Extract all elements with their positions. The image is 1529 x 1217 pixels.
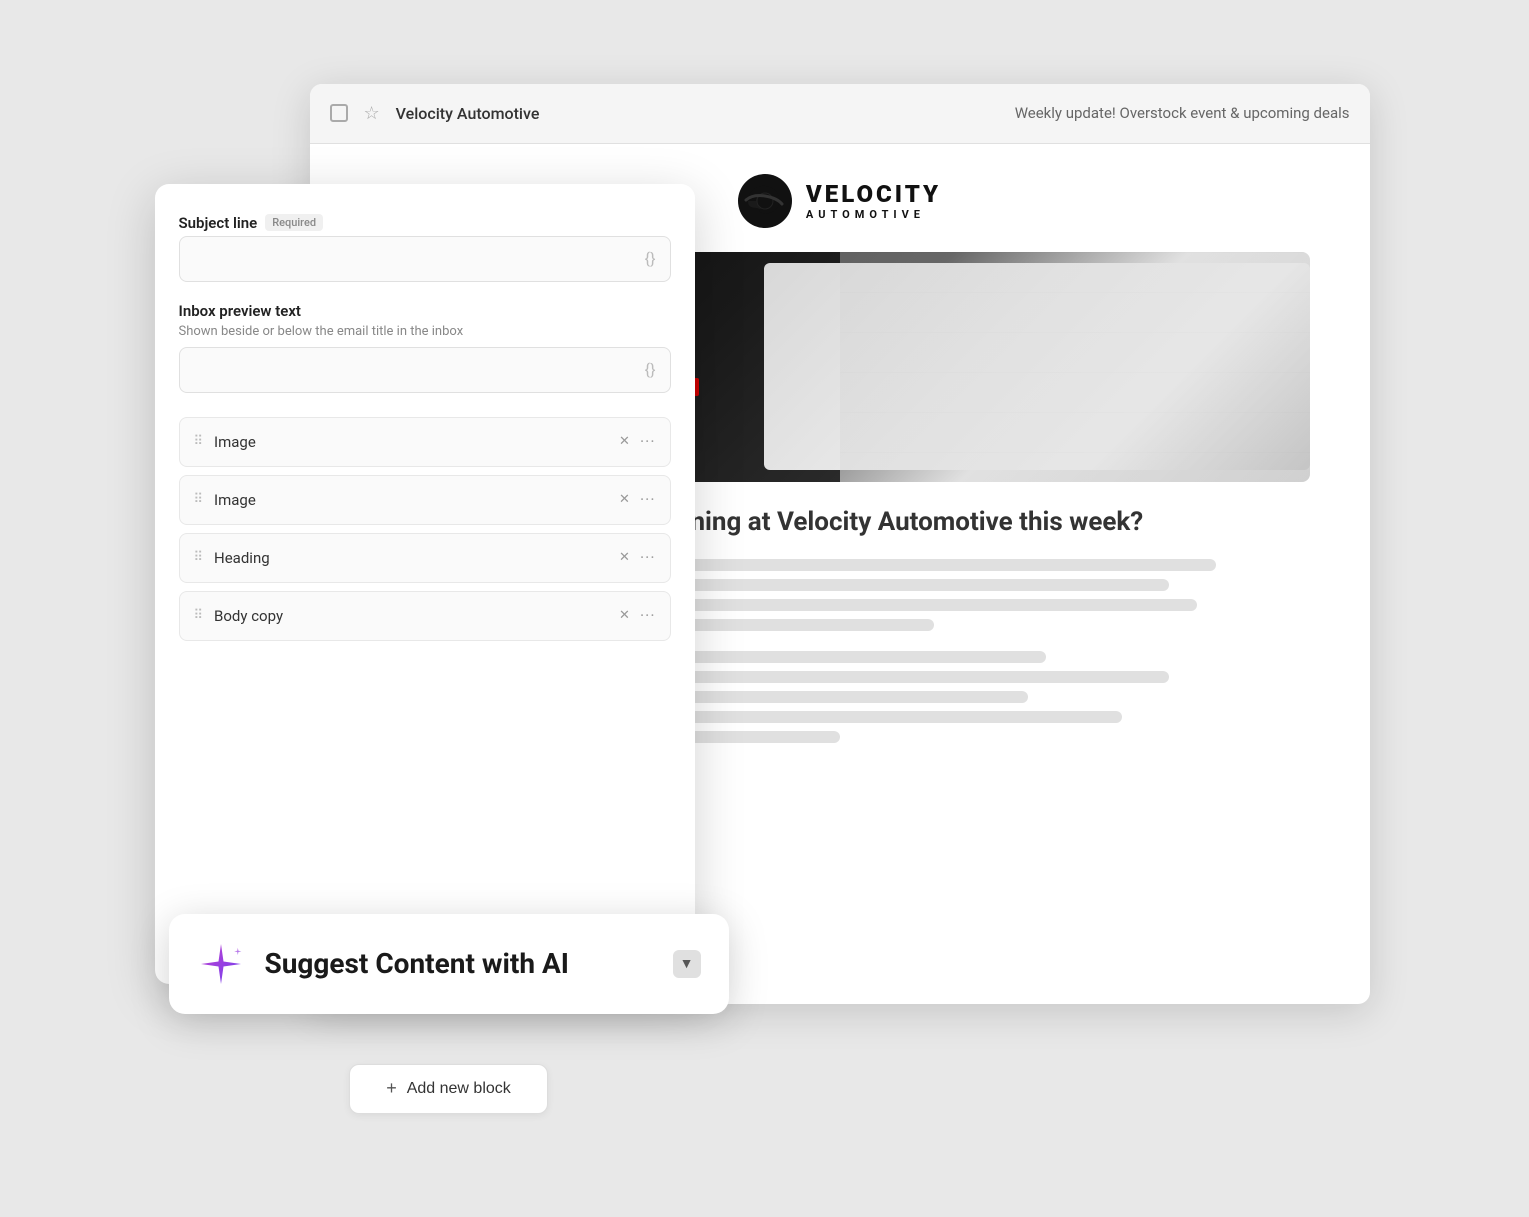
subject-line-input[interactable]: {} <box>179 236 671 282</box>
block-image-2[interactable]: ⠿ Image ✕ ··· <box>179 475 671 525</box>
ai-suggest-button[interactable]: Suggest Content with AI ▼ <box>169 914 729 1014</box>
subject-line-group: Subject line Required {} <box>179 214 671 282</box>
block-label: Body copy <box>214 607 607 625</box>
velocity-logo-icon <box>738 174 792 228</box>
required-badge: Required <box>265 214 323 231</box>
add-block-label: Add new block <box>407 1080 511 1098</box>
drag-handle-icon: ⠿ <box>194 550 203 565</box>
collapse-icon[interactable]: ✕ <box>619 608 630 623</box>
more-icon[interactable]: ··· <box>640 490 656 509</box>
template-variable-icon: {} <box>645 249 656 268</box>
inbox-preview-label: Inbox preview text <box>179 302 671 320</box>
collapse-icon[interactable]: ✕ <box>619 550 630 565</box>
email-sender: Velocity Automotive <box>396 104 540 123</box>
block-actions: ✕ ··· <box>619 548 655 567</box>
block-body-copy[interactable]: ⠿ Body copy ✕ ··· <box>179 591 671 641</box>
add-new-block-button[interactable]: + Add new block <box>349 1064 548 1114</box>
ai-sparkle-icon <box>197 940 245 988</box>
subject-line-label: Subject line Required <box>179 214 671 232</box>
block-image-1[interactable]: ⠿ Image ✕ ··· <box>179 417 671 467</box>
block-heading[interactable]: ⠿ Heading ✕ ··· <box>179 533 671 583</box>
block-label: Image <box>214 491 607 509</box>
email-window-bar: ☆ Velocity Automotive Weekly update! Ove… <box>310 84 1370 144</box>
blocks-section: ⠿ Image ✕ ··· ⠿ Image ✕ ··· ⠿ Heading <box>179 417 671 641</box>
block-actions: ✕ ··· <box>619 432 655 451</box>
block-label: Image <box>214 433 607 451</box>
inbox-preview-sublabel: Shown beside or below the email title in… <box>179 324 671 339</box>
inbox-preview-input[interactable]: {} <box>179 347 671 393</box>
chevron-down-icon[interactable]: ▼ <box>673 950 701 978</box>
more-icon[interactable]: ··· <box>640 432 656 451</box>
plus-icon: + <box>386 1078 397 1099</box>
inbox-preview-group: Inbox preview text Shown beside or below… <box>179 302 671 393</box>
collapse-icon[interactable]: ✕ <box>619 434 630 449</box>
more-icon[interactable]: ··· <box>640 548 656 567</box>
star-icon[interactable]: ☆ <box>364 103 380 124</box>
template-variable-icon-2: {} <box>645 360 656 379</box>
drag-handle-icon: ⠿ <box>194 434 203 449</box>
email-checkbox[interactable] <box>330 104 348 122</box>
ai-button-label: Suggest Content with AI <box>265 947 653 980</box>
drag-handle-icon: ⠿ <box>194 608 203 623</box>
add-block-container: + Add new block <box>169 1064 729 1114</box>
more-icon[interactable]: ··· <box>640 606 656 625</box>
editor-panel: Subject line Required {} Inbox preview t… <box>155 184 695 984</box>
block-label: Heading <box>214 549 607 567</box>
drag-handle-icon: ⠿ <box>194 492 203 507</box>
block-actions: ✕ ··· <box>619 606 655 625</box>
block-actions: ✕ ··· <box>619 490 655 509</box>
collapse-icon[interactable]: ✕ <box>619 492 630 507</box>
email-subject-preview: Weekly update! Overstock event & upcomin… <box>1015 104 1350 122</box>
brand-name-text: VELOCITY AUTOMOTIVE <box>806 180 941 221</box>
